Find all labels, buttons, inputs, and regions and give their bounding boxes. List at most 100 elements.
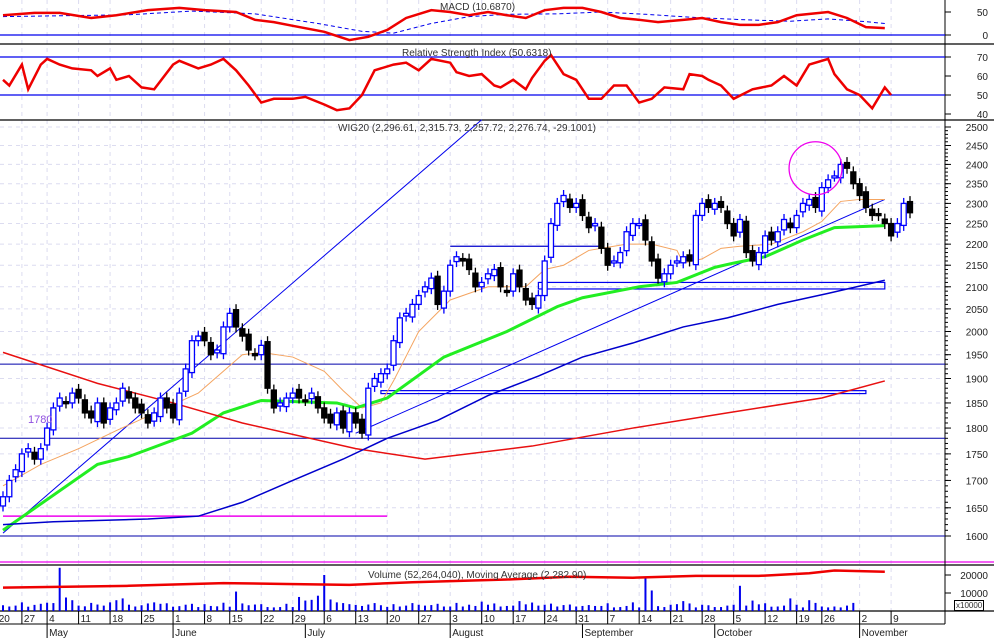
volume-axis-label: 20000 [960,571,988,582]
date-tick-label: 29 [295,614,307,625]
candle-down [201,331,208,342]
date-tick-label: 21 [673,614,685,625]
price-axis-label: 2000 [966,328,989,339]
month-label: May [49,628,68,638]
candle-up [151,412,158,422]
candle-up [623,231,630,252]
candle-down [232,309,240,328]
candle-up [818,186,825,212]
price-axis-label: 2100 [966,283,989,294]
rsi-axis-label: 40 [977,110,989,121]
macd-axis-label: 50 [977,8,989,19]
candle-up [894,222,901,233]
candle-up [226,312,233,328]
candle-up [176,392,183,421]
date-tick-label: 18 [112,614,124,625]
rsi-line [2,53,893,112]
candle-down [163,397,170,409]
candle-up [0,496,7,507]
candle-up [824,179,832,189]
candle-down [81,399,89,414]
candle-up [409,303,416,318]
month-label: June [175,628,197,638]
candle-up [573,202,580,209]
candle-down [352,412,359,424]
macd-signal-line [2,10,885,34]
volume-title: Volume (52,264,040), Moving Average (2,2… [368,570,587,581]
month-label: July [307,628,325,638]
price-axis-label: 1850 [966,399,989,410]
candle-up [617,251,624,264]
candle-down [358,418,366,434]
candle-down [686,254,693,262]
candle-down [125,391,133,399]
candle-down [434,275,441,306]
price-axis-label: 2500 [966,123,989,134]
candle-down [62,401,70,405]
candle-down [768,231,775,241]
candle-up [6,479,13,498]
price-axis-label: 2050 [966,305,989,316]
candle-down [862,191,870,209]
candle-down [169,403,177,419]
candle-down [843,161,851,169]
candle-up [25,448,32,453]
candle-up [377,373,385,383]
candle-up [591,222,599,227]
candle-up [541,260,548,297]
candle-up [371,377,378,388]
candle-up [761,235,769,254]
date-tick-label: 6 [326,614,332,625]
candle-down [75,388,82,399]
zone-box [537,281,886,290]
date-tick-label: 19 [799,614,811,625]
candle-up [900,202,907,227]
price-axis-label: 2150 [966,261,989,272]
month-label: September [584,628,634,638]
date-tick-label: 24 [547,614,559,625]
candle-up [220,326,227,355]
volume-axis-label: 10000 [960,589,988,600]
macd-title: MACD (10.6870) [440,2,516,13]
date-tick-label: 2 [862,614,868,625]
candle-up [333,412,340,426]
candle-down [144,414,152,424]
candle-up [396,317,403,344]
candle-down [321,407,328,419]
rsi-title: Relative Strength Index (50.6318) [402,48,552,59]
date-tick-label: 1 [175,614,181,625]
candle-down [812,196,819,209]
date-tick-label: 20 [389,614,401,625]
date-tick-label: 11 [81,614,92,625]
price-axis-label: 1750 [966,450,989,461]
candle-up [415,294,422,306]
date-tick-label: 31 [578,614,590,625]
candle-up [491,268,498,277]
candle-up [535,294,542,309]
price-axis-label: 2300 [966,199,989,210]
stock-chart: 50 0 70 60 50 40 2500 2450 2400 2350 2300 2250 2200 2… [0,0,994,638]
candle-down [239,328,246,337]
candle-up [478,281,485,288]
candle-down [869,208,876,217]
candle-down [787,222,794,229]
date-tick-label: 3 [452,614,458,625]
candle-down [459,257,466,262]
candle-up [774,231,781,243]
rsi-axis-label: 50 [977,91,989,102]
candle-up [308,392,315,400]
candle-up [793,214,800,229]
rsi-axis-label: 60 [977,72,989,83]
candle-up [636,222,643,227]
candle-down [497,267,504,288]
date-tick-label: 7 [610,614,616,625]
candle-down [598,226,605,249]
candle-down [516,269,523,288]
candle-up [831,175,838,179]
date-tick-label: 25 [144,614,156,625]
candle-up [736,218,744,233]
candle-down [207,341,215,356]
candle-up [698,202,706,217]
candle-up [94,402,101,423]
candle-down [270,389,277,409]
